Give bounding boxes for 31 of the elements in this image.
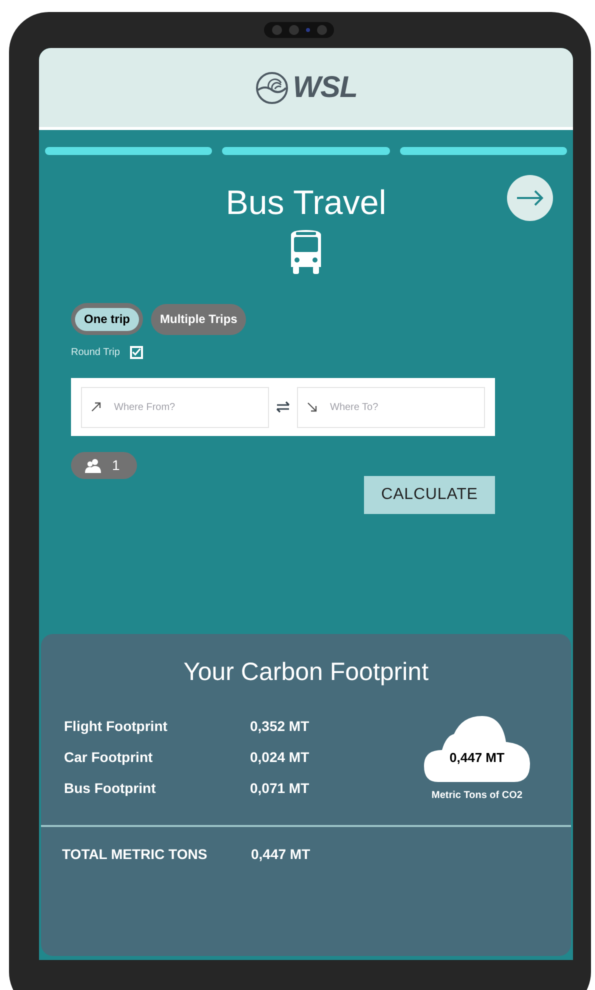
check-icon xyxy=(132,347,141,358)
cloud-caption: Metric Tons of CO2 xyxy=(432,788,522,802)
cloud-icon xyxy=(424,716,530,782)
cloud-value: 0,447 MT xyxy=(448,748,506,766)
logo-text: WSL xyxy=(292,70,358,106)
total-label: TOTAL METRIC TONS xyxy=(62,844,208,864)
arrow-down-right-icon xyxy=(307,402,317,412)
arrow-up-right-icon xyxy=(91,402,101,412)
footprint-value: 0,352 MT xyxy=(250,716,310,736)
trip-type-tab[interactable]: One trip xyxy=(75,308,140,330)
calculate-button[interactable]: CALCULATE xyxy=(364,476,495,514)
trip-type-tab[interactable]: Multiple Trips xyxy=(151,304,246,334)
to-field[interactable]: Where To? xyxy=(297,386,485,428)
people-icon xyxy=(84,458,102,474)
footprint-value: 0,071 MT xyxy=(250,778,310,798)
page-title: Bus Travel xyxy=(226,183,386,223)
camera-icon xyxy=(264,22,334,38)
next-button[interactable] xyxy=(507,175,553,221)
arrow-right-icon xyxy=(516,190,544,206)
from-field[interactable]: Where From? xyxy=(81,386,269,428)
round-trip-checkbox[interactable] xyxy=(130,346,143,359)
footprint-label: Bus Footprint xyxy=(64,778,157,798)
total-value: 0,447 MT xyxy=(251,844,312,864)
passengers-button[interactable]: 1 xyxy=(71,452,137,479)
swap-icon[interactable] xyxy=(275,401,291,413)
wave-logo-icon xyxy=(254,70,289,104)
round-trip-label: Round Trip xyxy=(71,346,120,360)
footprint-value: 0,024 MT xyxy=(250,748,310,766)
footprint-title: Your Carbon Footprint xyxy=(182,657,430,688)
footprint-label: Flight Footprint xyxy=(64,716,168,736)
footprint-label: Car Footprint xyxy=(64,748,154,767)
